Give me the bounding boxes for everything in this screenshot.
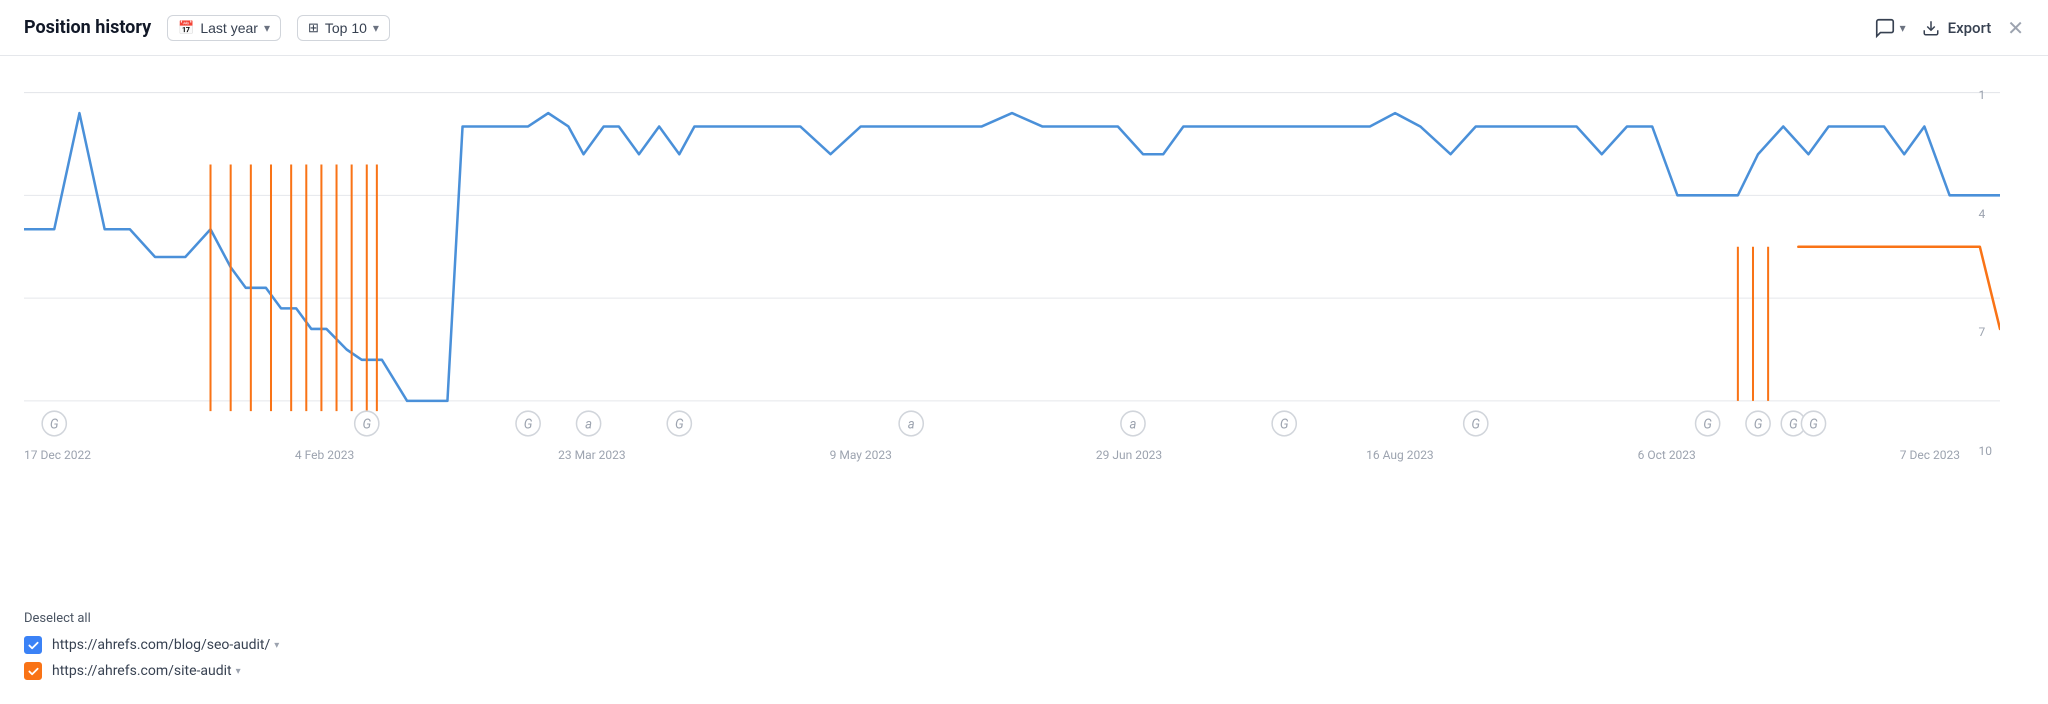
svg-text:G: G [1280, 418, 1289, 433]
checkbox-url1[interactable] [24, 636, 42, 654]
svg-text:G: G [675, 418, 684, 433]
chart-area: G G G a G a a G G G [0, 56, 2048, 599]
export-label: Export [1948, 19, 1992, 37]
y-label-10: 10 [1979, 444, 1993, 458]
svg-text:G: G [524, 418, 533, 433]
chevron-down-icon: ▾ [264, 21, 270, 35]
chart-svg: G G G a G a a G G G [24, 72, 2000, 442]
x-label-4: 29 Jun 2023 [1096, 448, 1162, 462]
date-filter-button[interactable]: 📅 Last year ▾ [167, 15, 281, 41]
x-label-0: 17 Dec 2022 [24, 448, 91, 462]
svg-text:a: a [585, 418, 592, 433]
x-label-5: 16 Aug 2023 [1366, 448, 1434, 462]
header: Position history 📅 Last year ▾ ⊞ Top 10 … [0, 0, 2048, 56]
svg-text:a: a [1130, 418, 1137, 433]
url-chevron-2[interactable]: ▾ [236, 666, 241, 677]
x-axis-labels: 17 Dec 2022 4 Feb 2023 23 Mar 2023 9 May… [24, 442, 2000, 462]
calendar-icon: 📅 [178, 20, 194, 36]
deselect-all-button[interactable]: Deselect all [24, 611, 2024, 626]
chevron-down-icon-2: ▾ [373, 21, 379, 35]
top-filter-label: Top 10 [325, 20, 367, 36]
legend-item-2[interactable]: https://ahrefs.com/site-audit ▾ [24, 662, 2024, 680]
url-label-2: https://ahrefs.com/site-audit [52, 663, 232, 679]
export-button[interactable]: Export [1922, 19, 1992, 37]
header-actions: ▾ Export ✕ [1874, 16, 2024, 40]
panel-title: Position history [24, 17, 151, 38]
svg-text:G: G [1471, 418, 1480, 433]
legend-url-1: https://ahrefs.com/blog/seo-audit/ ▾ [52, 637, 279, 653]
url-chevron-1[interactable]: ▾ [274, 640, 279, 651]
x-label-1: 4 Feb 2023 [295, 448, 354, 462]
close-button[interactable]: ✕ [2007, 16, 2024, 40]
comment-chevron: ▾ [1900, 21, 1906, 35]
svg-text:G: G [1789, 418, 1798, 433]
y-axis-labels: 1 4 7 10 [1979, 88, 1993, 458]
position-history-panel: Position history 📅 Last year ▾ ⊞ Top 10 … [0, 0, 2048, 704]
comment-button[interactable]: ▾ [1874, 17, 1906, 39]
svg-text:G: G [1809, 418, 1818, 433]
svg-text:G: G [1754, 418, 1763, 433]
top-filter-button[interactable]: ⊞ Top 10 ▾ [297, 15, 390, 41]
export-icon [1922, 19, 1940, 37]
x-label-2: 23 Mar 2023 [558, 448, 626, 462]
svg-text:G: G [362, 418, 371, 433]
check-icon-1 [28, 640, 39, 651]
table-icon: ⊞ [308, 20, 319, 36]
svg-text:G: G [50, 418, 59, 433]
legend-area: Deselect all https://ahrefs.com/blog/seo… [0, 599, 2048, 704]
comment-icon [1874, 17, 1896, 39]
url-label-1: https://ahrefs.com/blog/seo-audit/ [52, 637, 270, 653]
x-label-7: 7 Dec 2023 [1900, 448, 1960, 462]
y-label-7: 7 [1979, 325, 1993, 339]
chart-wrapper: G G G a G a a G G G [24, 72, 2000, 442]
date-filter-label: Last year [200, 20, 258, 36]
svg-text:G: G [1703, 418, 1712, 433]
x-label-6: 6 Oct 2023 [1638, 448, 1696, 462]
y-label-4: 4 [1979, 207, 1993, 221]
check-icon-2 [28, 666, 39, 677]
legend-url-2: https://ahrefs.com/site-audit ▾ [52, 663, 241, 679]
checkbox-url2[interactable] [24, 662, 42, 680]
y-label-1: 1 [1979, 88, 1993, 102]
x-label-3: 9 May 2023 [830, 448, 892, 462]
svg-text:a: a [908, 418, 915, 433]
legend-item-1[interactable]: https://ahrefs.com/blog/seo-audit/ ▾ [24, 636, 2024, 654]
